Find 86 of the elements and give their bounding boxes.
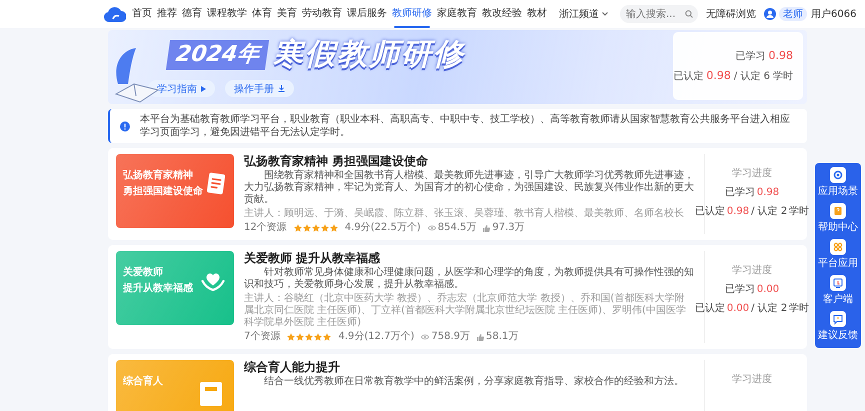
banner-button[interactable]: 学习指南 [148, 80, 215, 97]
dock-icon [830, 239, 846, 255]
nav-tab[interactable]: 教师研修 [392, 0, 432, 28]
cover-text: 弘扬教育家精神 [123, 168, 194, 183]
dock-item[interactable]: 帮助中心 [818, 203, 858, 234]
channel-dropdown[interactable]: 浙江频道 [559, 7, 608, 21]
nav-tab[interactable]: 劳动教育 [302, 0, 342, 28]
course-title[interactable]: 关爱教师 提升从教幸福感 [244, 251, 694, 265]
resource-count: 12个资源 [244, 222, 287, 234]
nav-tab[interactable]: 体育 [252, 0, 272, 28]
stat-value: 0.98 [706, 69, 731, 82]
progress-label: 学习进度 [732, 166, 772, 180]
dock-item[interactable]: 建议反馈 [818, 311, 858, 342]
nav-tab[interactable]: 教材 [527, 0, 547, 28]
avatar-icon [764, 8, 776, 20]
cover-text: 综合育人 [123, 374, 163, 389]
dock-item[interactable]: 应用场景 [818, 167, 858, 198]
download-icon [278, 85, 285, 92]
nav-tab[interactable]: 推荐 [157, 0, 177, 28]
like-count: 97.3万 [492, 222, 525, 234]
eye-icon [421, 334, 430, 340]
banner-title: 寒假教师研修 [273, 36, 466, 74]
notice-text: 本平台为基础教育教师学习平台，职业教育（职业本科、高职高专、中职中专、技工学校）、高等教育教师请从国家智慧教育公共服务平台进入相应学习页面学习，避免因进错平台无法认定学时。 [140, 113, 791, 139]
dock-icon [830, 167, 846, 183]
nav-tab[interactable]: 美育 [277, 0, 297, 28]
stat-value: 0.00 [726, 303, 750, 314]
nav-tab[interactable]: 德育 [182, 0, 202, 28]
lecturer-list: 主讲人：谷晓红（北京中医药大学 教授）、乔志宏（北京师范大学 教授）、乔和国(首都医科大学附属北京同仁医院 主任医师)、丁立祥(首都医科大学附属北京世纪坛医院 主任医师)、罗明伟(中国医学科学院阜外医院 主任医师) [244, 293, 694, 329]
lecturer-list: 主讲人：顾明远、于漪、吴岷霞、陈立群、张玉滚、吴蓉瑾、教书育人楷模、最美教师、名师名校长 [244, 208, 694, 220]
stat-label: 已认定 [694, 204, 725, 218]
nav-tab[interactable]: 课后服务 [347, 0, 387, 28]
rating-text: 4.9分(12.7万个) [338, 331, 414, 343]
accessibility-link[interactable]: 无障碍浏览 [706, 7, 756, 21]
banner-button[interactable]: 操作手册 [225, 80, 294, 97]
progress-label: 学习进度 [732, 372, 772, 386]
course-description: 结合一线优秀教师在日常教育教学中的鲜活案例，分享家庭教育指导、家校合作的经验和方法。 [263, 376, 685, 388]
stat-unit: 学时 [789, 204, 810, 218]
course-title[interactable]: 综合育人能力提升 [244, 360, 694, 374]
resource-count: 7个资源 [244, 331, 280, 343]
caret-icon [602, 12, 608, 16]
stat-value: 0.98 [768, 49, 793, 62]
cover-text: 勇担强国建设使命 [123, 184, 203, 199]
stat-label: 已学习 [724, 186, 755, 199]
dock-icon [830, 275, 846, 291]
stat-unit: 学时 [789, 302, 810, 315]
eye-icon [428, 225, 436, 231]
logo-icon [104, 6, 126, 22]
stat-label: 已学习 [724, 283, 755, 296]
thumbs-up-icon [483, 224, 490, 232]
course-description: 围绕教育家精神和全国教书育人楷模、最美教师先进事迹，引导广大教师学习优秀教师先进事迹，大力弘扬教育家精神，牢记为党育人、为国育才的初心使命，为强国建设、民族复兴伟业作出新的更大贡献。 [244, 170, 694, 206]
stat-unit: 学时 [773, 70, 793, 83]
rating-text: 4.9分(22.5万个) [344, 222, 421, 234]
dock-icon [830, 203, 846, 219]
user-name[interactable]: 用户6066 [811, 7, 856, 21]
stat-required: / 认定 2 [751, 302, 788, 315]
search-field[interactable]: 输入搜索... [620, 5, 698, 23]
nav-tab[interactable]: 首页 [132, 0, 152, 28]
banner-year: 2024年 [166, 40, 270, 70]
view-count: 758.9万 [431, 331, 470, 343]
course-title[interactable]: 弘扬教育家精神 勇担强国建设使命 [244, 154, 694, 168]
stat-required: / 认定 2 [751, 204, 788, 218]
like-count: 58.1万 [486, 331, 518, 343]
info-icon [120, 120, 130, 132]
dock-item[interactable]: 平台应用 [818, 239, 858, 270]
course-description: 针对教师常见身体健康和心理健康问题，从医学和心理学的角度，为教师提供具有可操作性强的知识和技巧，关爱教师身心发展，提升从教幸福感。 [244, 267, 694, 291]
stat-label: 已学习 [736, 50, 766, 63]
stat-label: 已认定 [673, 70, 704, 83]
role-badge: 老师 [779, 7, 807, 21]
dock-icon [830, 311, 846, 327]
nav-tab[interactable]: 家庭教育 [437, 0, 477, 28]
view-count: 854.5万 [438, 222, 476, 234]
cover-text: 关爱教师 [123, 266, 164, 280]
stat-value: 0.98 [726, 206, 750, 217]
thumbs-up-icon [477, 334, 484, 340]
nav-tab[interactable]: 教改经验 [482, 0, 522, 28]
play-icon [201, 86, 206, 92]
cover-text: 提升从教幸福感 [123, 282, 193, 296]
dock-item[interactable]: 客户端 [823, 275, 853, 306]
stat-label: 已认定 [694, 302, 725, 315]
stat-value: 0.98 [756, 187, 780, 198]
stat-required: / 认定 6 [734, 70, 770, 83]
progress-label: 学习进度 [732, 264, 772, 277]
search-icon [685, 10, 693, 18]
document-icon [206, 172, 226, 195]
nav-tab[interactable]: 课程教学 [207, 0, 247, 28]
stat-value: 0.00 [756, 284, 780, 295]
